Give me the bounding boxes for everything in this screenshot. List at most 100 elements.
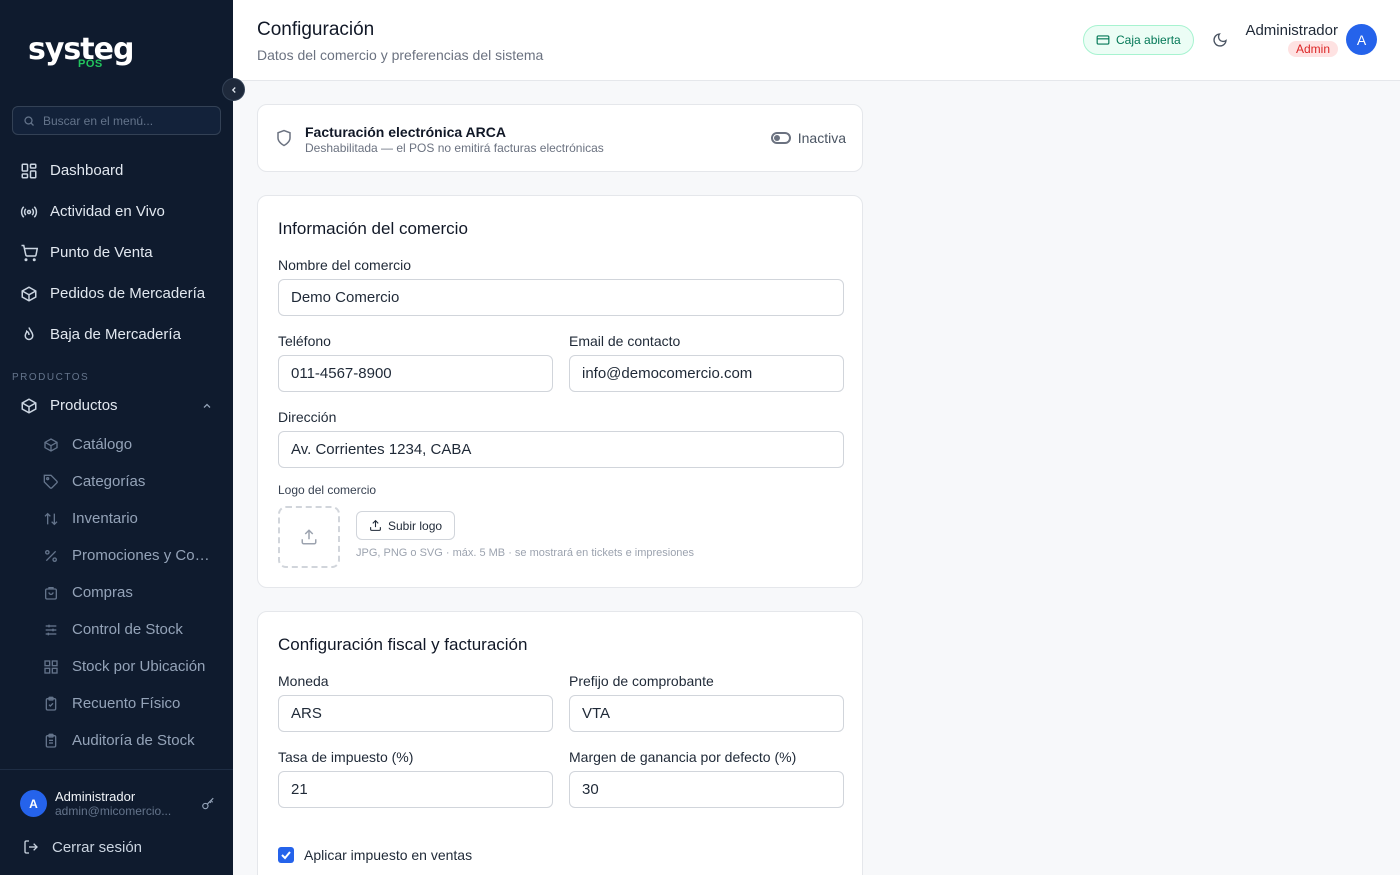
field-label: Teléfono <box>278 333 331 349</box>
arca-card: Facturación electrónica ARCA Deshabilita… <box>257 104 863 172</box>
sidebar-group-products[interactable]: Productos <box>0 385 233 426</box>
cart-icon <box>20 244 38 262</box>
chevron-left-icon <box>229 85 239 95</box>
cash-status-badge[interactable]: Caja abierta <box>1083 25 1194 55</box>
bag-icon <box>42 584 60 602</box>
apply-tax-checkbox[interactable] <box>278 847 294 863</box>
clipboard-check-icon <box>42 695 60 713</box>
sidebar-item-physical-count[interactable]: Recuento Físico <box>0 685 233 722</box>
phone-input[interactable] <box>278 355 553 392</box>
business-name-input[interactable] <box>278 279 844 316</box>
arca-toggle[interactable]: Inactiva <box>770 130 846 146</box>
section-title: Información del comercio <box>278 219 468 238</box>
broadcast-icon <box>20 203 38 221</box>
sidebar-nav: Dashboard Actividad en Vivo Punto de Ven… <box>0 150 233 759</box>
sidebar-item-dashboard[interactable]: Dashboard <box>0 150 233 191</box>
sidebar-item-label: Control de Stock <box>72 621 183 638</box>
toggle-icon <box>770 132 791 144</box>
avatar[interactable]: A <box>1346 24 1377 55</box>
page-title: Configuración <box>257 19 375 40</box>
tax-rate-input[interactable] <box>278 771 553 808</box>
brand-logo[interactable]: systeg POS <box>28 32 134 70</box>
moon-icon <box>1211 31 1229 49</box>
default-margin-input[interactable] <box>569 771 844 808</box>
key-icon[interactable] <box>201 797 215 811</box>
arrows-updown-icon <box>42 510 60 528</box>
sidebar: systeg POS Dashboard Actividad en Vivo P… <box>0 0 233 875</box>
sidebar-item-live-activity[interactable]: Actividad en Vivo <box>0 191 233 232</box>
page-header: Configuración Datos del comercio y prefe… <box>233 0 1400 81</box>
sidebar-item-pos[interactable]: Punto de Venta <box>0 232 233 273</box>
avatar: A <box>20 790 47 817</box>
cube-icon <box>42 436 60 454</box>
sidebar-user-name: Administrador <box>55 789 136 804</box>
sidebar-item-label: Punto de Venta <box>50 244 153 261</box>
arca-title: Facturación electrónica ARCA <box>305 124 506 140</box>
field-label: Dirección <box>278 409 337 425</box>
sidebar-item-label: Stock por Ubicación <box>72 658 206 675</box>
sidebar-item-categories[interactable]: Categorías <box>0 463 233 500</box>
sidebar-item-purchases[interactable]: Compras <box>0 574 233 611</box>
sidebar-user[interactable]: A Administrador admin@micomercio... <box>20 789 215 818</box>
check-icon <box>281 851 291 860</box>
page-subtitle: Datos del comercio y preferencias del si… <box>257 47 544 63</box>
sidebar-item-write-off[interactable]: Baja de Mercadería <box>0 314 233 355</box>
sidebar-user-info: Administrador admin@micomercio... <box>55 789 193 818</box>
field-label: Moneda <box>278 673 329 689</box>
receipt-prefix-input[interactable] <box>569 695 844 732</box>
sliders-icon <box>42 621 60 639</box>
currency-input[interactable] <box>278 695 553 732</box>
sidebar-item-label: Baja de Mercadería <box>50 326 181 343</box>
field-label: Email de contacto <box>569 333 681 349</box>
sidebar-item-inventory[interactable]: Inventario <box>0 500 233 537</box>
logout-button[interactable]: Cerrar sesión <box>22 838 142 856</box>
sidebar-item-label: Actividad en Vivo <box>50 203 165 220</box>
sidebar-item-label: Dashboard <box>50 162 124 179</box>
sidebar-collapse-button[interactable] <box>222 78 245 101</box>
sidebar-search[interactable] <box>12 106 221 135</box>
package-icon <box>20 285 38 303</box>
sidebar-user-email: admin@micomercio... <box>55 804 172 818</box>
arca-status: Inactiva <box>797 130 846 146</box>
role-badge: Admin <box>1287 41 1338 57</box>
upload-hint: JPG, PNG o SVG · máx. 5 MB · se mostrará… <box>356 547 695 559</box>
logout-label: Cerrar sesión <box>52 838 143 856</box>
field-label: Nombre del comercio <box>278 257 412 273</box>
sidebar-item-catalog[interactable]: Catálogo <box>0 426 233 463</box>
sidebar-item-label: Inventario <box>72 510 138 527</box>
sidebar-section-label: PRODUCTOS <box>12 372 90 383</box>
field-label: Margen de ganancia por defecto (%) <box>569 749 797 765</box>
field-label: Prefijo de comprobante <box>569 673 714 689</box>
sidebar-item-label: Promociones y Combos <box>72 547 217 564</box>
sidebar-item-label: Pedidos de Mercadería <box>50 285 206 302</box>
upload-logo-button[interactable]: Subir logo <box>356 511 456 540</box>
brand-sub: POS <box>78 58 103 70</box>
sidebar-item-stock-audit[interactable]: Auditoría de Stock <box>0 722 233 759</box>
theme-toggle-button[interactable] <box>1211 31 1229 53</box>
upload-icon <box>300 528 318 546</box>
box-icon <box>20 397 38 415</box>
arca-description: Deshabilitada — el POS no emitirá factur… <box>305 141 604 155</box>
sidebar-item-label: Compras <box>72 584 133 601</box>
apply-tax-option: Aplicar impuesto en ventas <box>278 847 472 863</box>
sidebar-item-orders[interactable]: Pedidos de Mercadería <box>0 273 233 314</box>
sidebar-item-label: Catálogo <box>72 436 133 453</box>
sidebar-item-stock-control[interactable]: Control de Stock <box>0 611 233 648</box>
address-input[interactable] <box>278 431 844 468</box>
sidebar-item-stock-location[interactable]: Stock por Ubicación <box>0 648 233 685</box>
field-label: Tasa de impuesto (%) <box>278 749 414 765</box>
cash-status-label: Caja abierta <box>1116 33 1181 47</box>
sidebar-item-promotions[interactable]: Promociones y Combos <box>0 537 233 574</box>
grid-icon <box>42 658 60 676</box>
upload-logo-label: Subir logo <box>388 518 443 533</box>
chevron-up-icon[interactable] <box>201 397 213 415</box>
upload-icon <box>369 519 382 532</box>
email-field[interactable] <box>569 355 844 392</box>
sidebar-group-header: Productos <box>20 397 118 415</box>
header-user-name: Administrador <box>1245 22 1338 39</box>
logout-icon <box>22 838 40 856</box>
sidebar-search-input[interactable] <box>43 113 213 128</box>
logo-dropzone[interactable] <box>278 506 340 568</box>
field-label: Logo del comercio <box>278 483 377 497</box>
fiscal-config-card: Configuración fiscal y facturación Moned… <box>257 611 863 875</box>
